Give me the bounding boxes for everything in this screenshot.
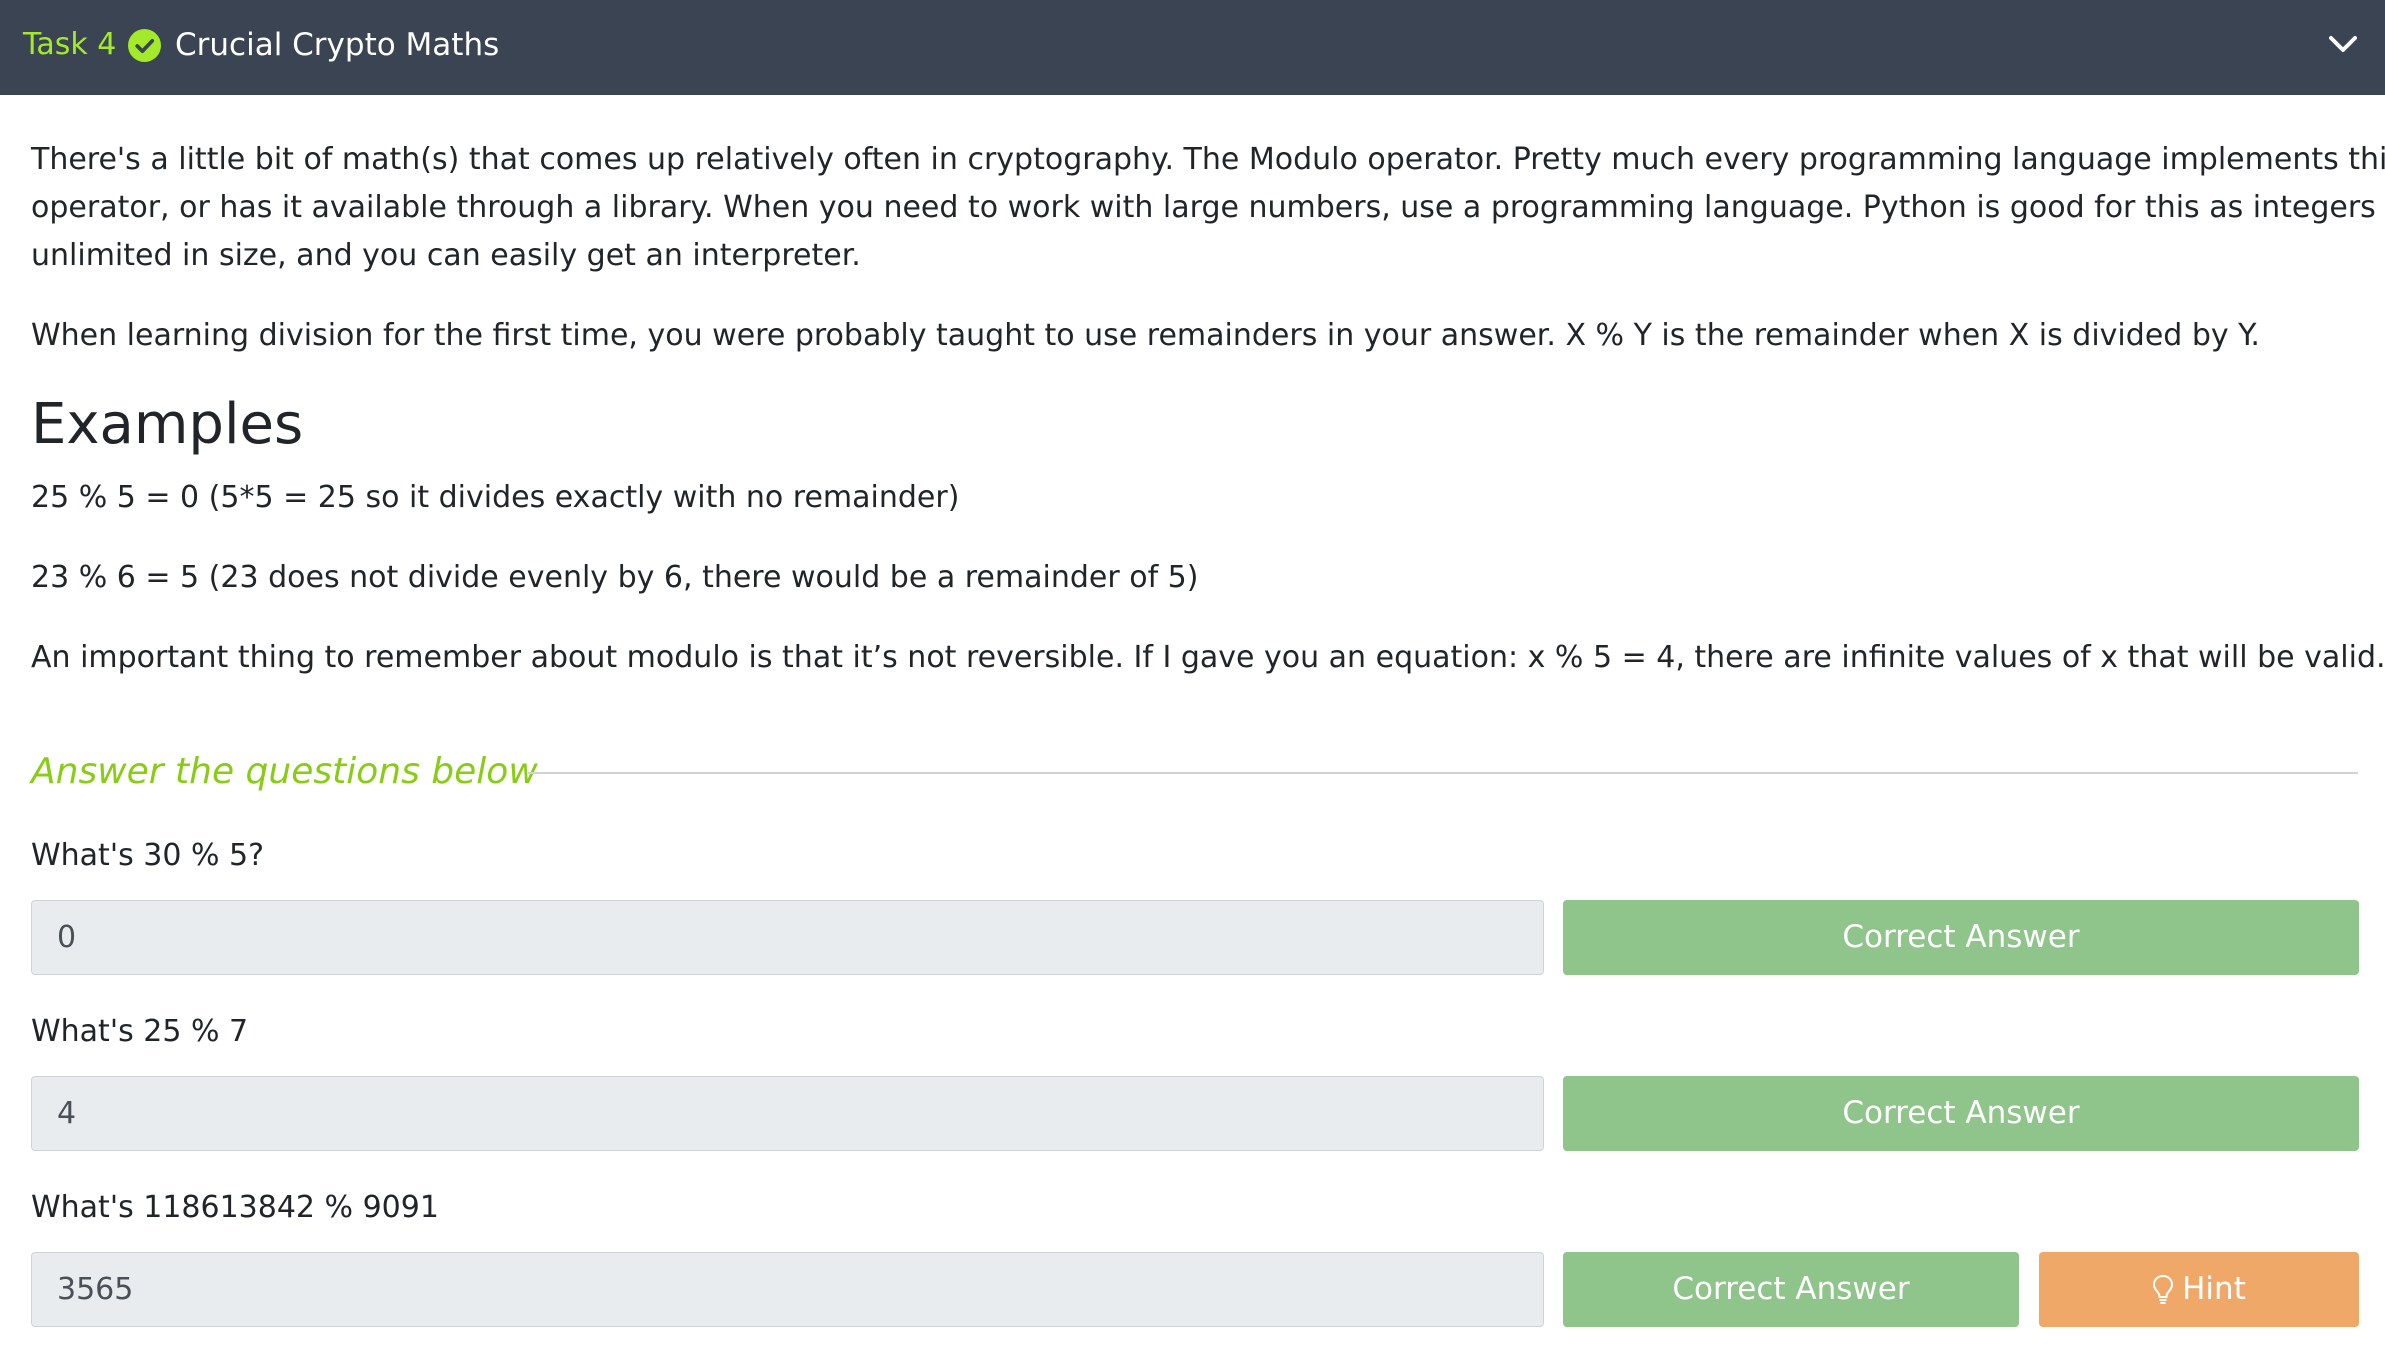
answer-2-correct-button[interactable]: Correct Answer [1563, 1076, 2359, 1151]
reversibility-paragraph: An important thing to remember about mod… [31, 640, 2385, 675]
example-2: 23 % 6 = 5 (23 does not divide evenly by… [31, 560, 1199, 595]
question-1-label: What's 30 % 5? [31, 838, 264, 873]
question-2-label: What's 25 % 7 [31, 1014, 249, 1049]
section-divider [528, 772, 2358, 774]
check-circle-icon [128, 29, 161, 62]
answer-3-input[interactable]: 3565 [31, 1252, 1544, 1327]
examples-heading: Examples [31, 392, 304, 457]
example-1: 25 % 5 = 0 (5*5 = 25 so it divides exact… [31, 480, 960, 515]
hint-label: Hint [2182, 1271, 2246, 1307]
answer-questions-heading: Answer the questions below [31, 751, 538, 792]
answer-1-correct-button[interactable]: Correct Answer [1563, 900, 2359, 975]
chevron-down-icon[interactable] [2328, 32, 2358, 56]
answer-3-correct-button[interactable]: Correct Answer [1563, 1252, 2019, 1327]
intro-paragraph-line-1: There's a little bit of math(s) that com… [31, 142, 2385, 177]
answer-2-input[interactable]: 4 [31, 1076, 1544, 1151]
question-3-label: What's 118613842 % 9091 [31, 1190, 439, 1225]
lightbulb-icon [2153, 1274, 2174, 1304]
hint-button[interactable]: Hint [2039, 1252, 2359, 1327]
task-number: Task 4 [23, 27, 117, 62]
intro-paragraph-line-3: unlimited in size, and you can easily ge… [31, 238, 861, 273]
division-paragraph: When learning division for the first tim… [31, 318, 2260, 353]
answer-1-input[interactable]: 0 [31, 900, 1544, 975]
task-header[interactable]: Task 4 Crucial Crypto Maths [0, 0, 2385, 95]
intro-paragraph-line-2: operator, or has it available through a … [31, 190, 2385, 225]
task-title: Crucial Crypto Maths [175, 27, 500, 63]
